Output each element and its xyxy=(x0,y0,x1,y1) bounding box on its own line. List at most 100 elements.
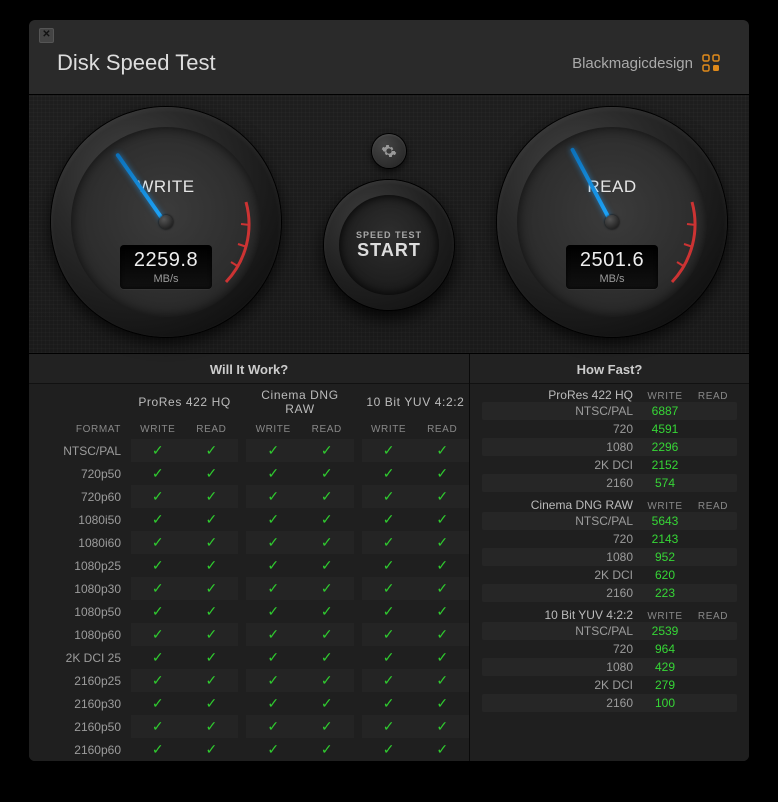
hf-read-header: READ xyxy=(689,391,737,402)
check-icon: ✓ xyxy=(267,603,279,619)
check-icon: ✓ xyxy=(267,534,279,550)
check-icon: ✓ xyxy=(436,626,448,642)
check-icon: ✓ xyxy=(321,649,333,665)
check-icon: ✓ xyxy=(383,672,395,688)
will-it-work-title: Will It Work? xyxy=(29,354,469,384)
close-button[interactable]: ✕ xyxy=(39,28,54,43)
check-icon: ✓ xyxy=(321,442,333,458)
hf-write-value: 223 xyxy=(641,586,689,600)
check-icon: ✓ xyxy=(267,626,279,642)
settings-button[interactable] xyxy=(372,134,406,168)
read-readout-unit: MB/s xyxy=(566,273,658,285)
hf-read-value: . xyxy=(689,678,737,692)
hf-row: NTSC/PAL5643. xyxy=(482,512,737,530)
check-icon: ✓ xyxy=(383,626,395,642)
hf-row: 720964. xyxy=(482,640,737,658)
check-icon: ✓ xyxy=(267,695,279,711)
check-cell: ✓ xyxy=(185,646,239,669)
check-cell: ✓ xyxy=(246,623,300,646)
check-cell: ✓ xyxy=(131,577,185,600)
format-label: 1080i60 xyxy=(29,531,131,554)
format-label: 1080i50 xyxy=(29,508,131,531)
hf-format: NTSC/PAL xyxy=(482,624,641,638)
check-icon: ✓ xyxy=(152,442,164,458)
check-cell: ✓ xyxy=(246,485,300,508)
hf-read-value: . xyxy=(689,458,737,472)
check-cell: ✓ xyxy=(362,692,416,715)
format-label: 720p50 xyxy=(29,462,131,485)
hf-row: NTSC/PAL6887. xyxy=(482,402,737,420)
check-icon: ✓ xyxy=(436,442,448,458)
check-cell: ✓ xyxy=(300,577,354,600)
check-cell: ✓ xyxy=(300,646,354,669)
how-fast-section: 10 Bit YUV 4:2:2WRITEREADNTSC/PAL2539.72… xyxy=(470,604,749,714)
hf-format: 1080 xyxy=(482,440,641,454)
check-icon: ✓ xyxy=(321,672,333,688)
check-icon: ✓ xyxy=(206,603,218,619)
check-cell: ✓ xyxy=(246,646,300,669)
check-icon: ✓ xyxy=(152,580,164,596)
check-icon: ✓ xyxy=(436,557,448,573)
hf-format: 1080 xyxy=(482,660,641,674)
hf-read-value: . xyxy=(689,586,737,600)
check-cell: ✓ xyxy=(131,600,185,623)
read-gauge-label: READ xyxy=(517,177,707,197)
check-cell: ✓ xyxy=(362,554,416,577)
check-icon: ✓ xyxy=(206,741,218,757)
hf-read-value: . xyxy=(689,696,737,710)
hf-row: 7202143. xyxy=(482,530,737,548)
check-icon: ✓ xyxy=(152,511,164,527)
check-cell: ✓ xyxy=(131,646,185,669)
read-readout-value: 2501.6 xyxy=(566,249,658,272)
gauges-area: WRITE 2259.8 MB/s SPEED TEST START xyxy=(29,94,749,354)
check-cell: ✓ xyxy=(300,531,354,554)
hf-write-header: WRITE xyxy=(641,391,689,402)
hf-read-value: . xyxy=(689,568,737,582)
format-label: NTSC/PAL xyxy=(29,439,131,462)
hf-format: 2160 xyxy=(482,696,641,710)
check-cell: ✓ xyxy=(415,531,469,554)
hf-read-value: . xyxy=(689,440,737,454)
codec-header: ProRes 422 HQ xyxy=(131,384,238,420)
write-gauge-label: WRITE xyxy=(71,177,261,197)
check-cell: ✓ xyxy=(362,508,416,531)
check-icon: ✓ xyxy=(436,488,448,504)
check-icon: ✓ xyxy=(321,741,333,757)
hf-write-value: 2296 xyxy=(641,440,689,454)
check-cell: ✓ xyxy=(246,669,300,692)
check-icon: ✓ xyxy=(321,695,333,711)
hf-format: NTSC/PAL xyxy=(482,404,641,418)
check-cell: ✓ xyxy=(300,692,354,715)
check-cell: ✓ xyxy=(362,715,416,738)
hf-write-value: 5643 xyxy=(641,514,689,528)
check-icon: ✓ xyxy=(267,557,279,573)
check-cell: ✓ xyxy=(246,738,300,761)
check-icon: ✓ xyxy=(152,672,164,688)
check-cell: ✓ xyxy=(415,485,469,508)
check-icon: ✓ xyxy=(383,695,395,711)
check-icon: ✓ xyxy=(321,511,333,527)
start-button[interactable]: SPEED TEST START xyxy=(324,180,454,310)
results-tables: Will It Work? ProRes 422 HQCinema DNG RA… xyxy=(29,354,749,761)
check-icon: ✓ xyxy=(267,511,279,527)
format-label: 1080p60 xyxy=(29,623,131,646)
check-cell: ✓ xyxy=(415,600,469,623)
hf-write-value: 620 xyxy=(641,568,689,582)
hf-write-value: 6887 xyxy=(641,404,689,418)
check-cell: ✓ xyxy=(131,485,185,508)
will-it-work-panel: Will It Work? ProRes 422 HQCinema DNG RA… xyxy=(29,354,470,761)
check-cell: ✓ xyxy=(415,554,469,577)
check-cell: ✓ xyxy=(415,692,469,715)
format-label: 2160p25 xyxy=(29,669,131,692)
start-button-inner: SPEED TEST START xyxy=(339,195,439,295)
format-label: 2160p60 xyxy=(29,738,131,761)
hf-read-value: . xyxy=(689,514,737,528)
check-cell: ✓ xyxy=(415,623,469,646)
check-icon: ✓ xyxy=(383,580,395,596)
check-cell: ✓ xyxy=(362,738,416,761)
check-icon: ✓ xyxy=(267,442,279,458)
check-icon: ✓ xyxy=(206,718,218,734)
check-cell: ✓ xyxy=(300,439,354,462)
check-icon: ✓ xyxy=(383,741,395,757)
format-label: 2160p30 xyxy=(29,692,131,715)
